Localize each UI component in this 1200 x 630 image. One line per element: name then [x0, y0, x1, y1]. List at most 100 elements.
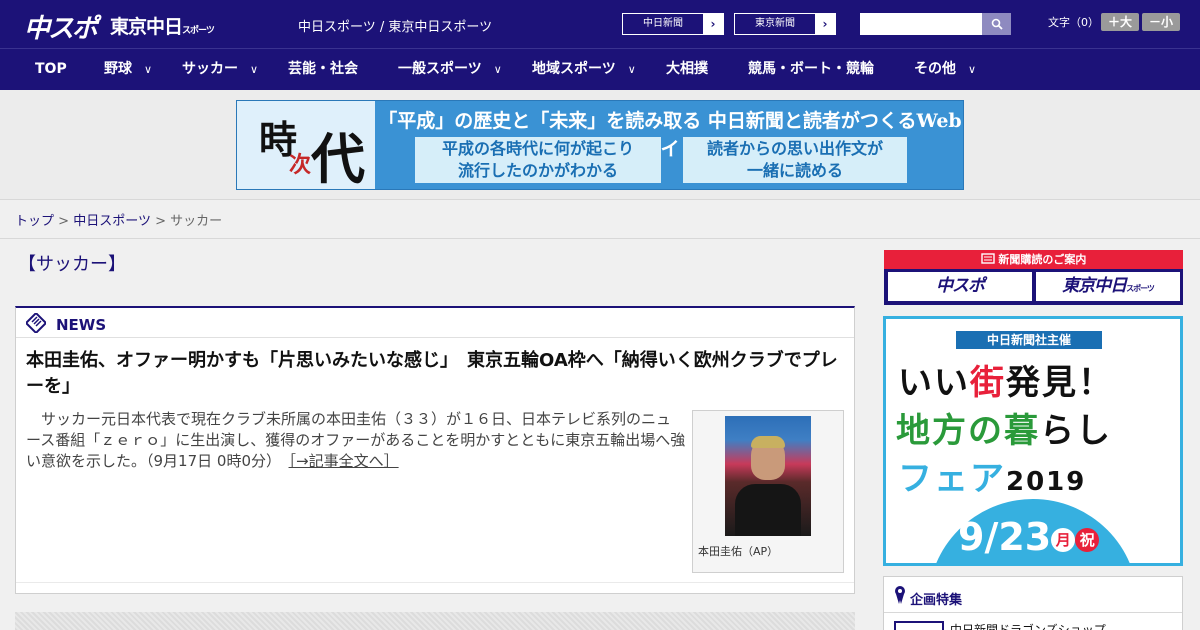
nav-item-general-sports[interactable]: 一般スポーツ ∨: [398, 49, 502, 91]
tokyo-chunichi-logo-sub: スポーツ: [182, 26, 215, 36]
ad-line2: 地方の暮らし: [896, 403, 1112, 452]
ad-line3-year: 2019: [1006, 467, 1087, 497]
feature-thumbnail[interactable]: [894, 621, 944, 630]
banner-headline: 「平成」の歴史と「未来」を読み取る 中日新聞と読者がつくるWebサイト: [378, 110, 962, 160]
ad-line1-a: いい: [898, 363, 970, 403]
search-button[interactable]: [982, 13, 1011, 35]
chunichi-shimbun-link[interactable]: 中日新聞 ›: [622, 13, 724, 35]
feature-item-link[interactable]: 中日新聞ドラゴンズショップ: [950, 621, 1106, 630]
ad-date-main: 9/23: [958, 515, 1052, 559]
font-smaller-button[interactable]: －小: [1142, 13, 1180, 31]
next-section-header: [15, 612, 855, 630]
chevron-down-icon: ∨: [144, 63, 153, 76]
tokyo-chunichi-logo-text: 東京中日: [110, 16, 183, 38]
ad-line2-a: 地方の: [896, 411, 1004, 451]
article-title[interactable]: 本田圭佑、オファー明かすも「片思いみたいな感じ」 東京五輪OA枠へ「納得いく欧州…: [26, 348, 844, 400]
breadcrumb-section[interactable]: 中日スポーツ: [73, 214, 151, 229]
fair-2019-ad[interactable]: 中日新聞社主催 いい街発見！ 地方の暮らし フェア2019 9/23 月祝: [883, 316, 1183, 566]
search-input[interactable]: [860, 13, 983, 35]
tokyo-shimbun-label: 東京新聞: [735, 14, 815, 34]
nav-item-sumo[interactable]: 大相撲: [666, 49, 708, 91]
banner-area: 時 次 代 「平成」の歴史と「未来」を読み取る 中日新聞と読者がつくるWebサイ…: [0, 90, 1200, 200]
breadcrumb-separator: >: [58, 214, 70, 229]
chevron-down-icon: ∨: [627, 63, 636, 76]
chevron-down-icon: ∨: [250, 63, 259, 76]
tokyo-chunichi-logo[interactable]: 東京中日スポーツ: [110, 12, 215, 39]
read-more-link[interactable]: ［→記事全文へ］: [289, 452, 399, 470]
ad-line2-b: 暮: [1004, 411, 1040, 451]
chunichi-shimbun-label: 中日新聞: [623, 14, 703, 34]
article-timestamp: （9月17日 0時0分）: [146, 452, 274, 470]
ad-line3-a: フェア: [898, 459, 1006, 499]
tokyo-shimbun-link[interactable]: 東京新聞 ›: [734, 13, 836, 35]
article-photo-image: [725, 416, 811, 536]
ad-line2-c: らし: [1040, 411, 1112, 451]
breadcrumb-current: サッカー: [170, 214, 223, 229]
subscribe-tokyo-chunichi-button[interactable]: 東京中日スポーツ: [1036, 272, 1180, 301]
subscribe-chuspo-button[interactable]: 中スポ: [888, 272, 1032, 301]
search-icon: [991, 18, 1003, 30]
chevron-down-icon: ∨: [968, 63, 977, 76]
chevron-right-icon: ›: [710, 17, 716, 31]
newspaper-icon: [980, 253, 995, 264]
nav-item-baseball[interactable]: 野球 ∨: [104, 49, 152, 91]
nav-item-regional-sports[interactable]: 地域スポーツ ∨: [532, 49, 636, 91]
nav-item-entertainment[interactable]: 芸能・社会: [288, 49, 358, 91]
ad-line1-b: 街: [970, 363, 1006, 403]
nav-item-label: 一般スポーツ: [398, 61, 482, 77]
subscription-title-text: 新聞購読のご案内: [998, 253, 1087, 266]
nav-item-label: 野球: [104, 61, 132, 77]
nav-item-top[interactable]: TOP: [35, 49, 67, 91]
news-label: NEWS: [56, 316, 107, 334]
news-panel: NEWS 本田圭佑、オファー明かすも「片思いみたいな感じ」 東京五輪OA枠へ「納…: [15, 306, 855, 594]
divider: [16, 582, 854, 583]
nav-item-label: TOP: [35, 61, 67, 77]
breadcrumb-separator: >: [155, 214, 166, 229]
divider: [0, 238, 1200, 239]
chevron-right-icon: ›: [822, 17, 828, 31]
banner-logo-tsugi: 次: [289, 152, 312, 178]
top-header: 中スポ 東京中日スポーツ 中日スポーツ / 東京中日スポーツ 中日新聞 › 東京…: [0, 0, 1200, 48]
chevron-down-icon: ∨: [493, 63, 502, 76]
chuspo-logo[interactable]: 中スポ: [24, 8, 98, 45]
feature-header: 企画特集: [884, 577, 1182, 613]
main-nav: TOP 野球 ∨ サッカー ∨ 芸能・社会 一般スポーツ ∨ 地域スポーツ ∨ 大相撲 …: [0, 48, 1200, 90]
breadcrumb-home[interactable]: トップ: [15, 214, 54, 229]
font-size-label: 文字（0）: [1048, 16, 1099, 29]
nav-item-soccer[interactable]: サッカー ∨: [182, 49, 258, 91]
nav-item-label: その他: [914, 61, 956, 77]
site-title: 中日スポーツ / 東京中日スポーツ: [298, 20, 493, 35]
breadcrumb: トップ > 中日スポーツ > サッカー: [15, 210, 222, 229]
ad-date-holiday: 祝: [1075, 527, 1100, 552]
ad-line1-c: 発見！: [1006, 363, 1114, 403]
subscribe-tokyo-sub: スポーツ: [1126, 284, 1155, 293]
nav-item-label: 芸能・社会: [288, 61, 358, 77]
ribbon-icon: [895, 586, 905, 604]
nav-item-racing[interactable]: 競馬・ボート・競輪: [748, 49, 874, 91]
banner-logo-block: 時 次 代: [237, 101, 375, 189]
nav-item-others[interactable]: その他 ∨: [914, 49, 976, 91]
news-header: NEWS: [16, 308, 854, 338]
banner-sub-left-line2: 流行したのかがわかる: [457, 161, 618, 180]
news-tag-icon: [26, 313, 46, 333]
subscription-title: 新聞購読のご案内: [884, 250, 1183, 269]
nav-item-label: 地域スポーツ: [532, 61, 616, 77]
banner-logo-dai: 代: [311, 127, 365, 190]
banner-sub-right: 読者からの思い出作文が 一緒に読める: [683, 137, 907, 183]
font-larger-button[interactable]: ＋大: [1101, 13, 1139, 31]
ad-date: 9/23 月祝: [958, 515, 1100, 559]
article-photo[interactable]: 本田圭佑（AP）: [692, 410, 844, 573]
feature-title: 企画特集: [910, 593, 963, 608]
ad-line1: いい街発見！: [898, 355, 1114, 404]
jidai-banner-ad[interactable]: 時 次 代 「平成」の歴史と「未来」を読み取る 中日新聞と読者がつくるWebサイ…: [236, 100, 964, 190]
banner-sub-left: 平成の各時代に何が起こり 流行したのかがわかる: [415, 137, 661, 183]
nav-item-label: 競馬・ボート・競輪: [748, 61, 874, 77]
ad-organizer-pill: 中日新聞社主催: [956, 331, 1102, 349]
nav-item-label: サッカー: [182, 61, 238, 77]
subscribe-tokyo-label: 東京中日: [1062, 276, 1127, 296]
ad-line3: フェア2019: [898, 451, 1086, 500]
photo-caption: 本田圭佑（AP）: [698, 545, 779, 558]
photo-figure-body: [735, 484, 801, 536]
nav-item-label: 大相撲: [666, 61, 708, 77]
banner-sub-right-line1: 読者からの思い出作文が: [706, 139, 883, 158]
